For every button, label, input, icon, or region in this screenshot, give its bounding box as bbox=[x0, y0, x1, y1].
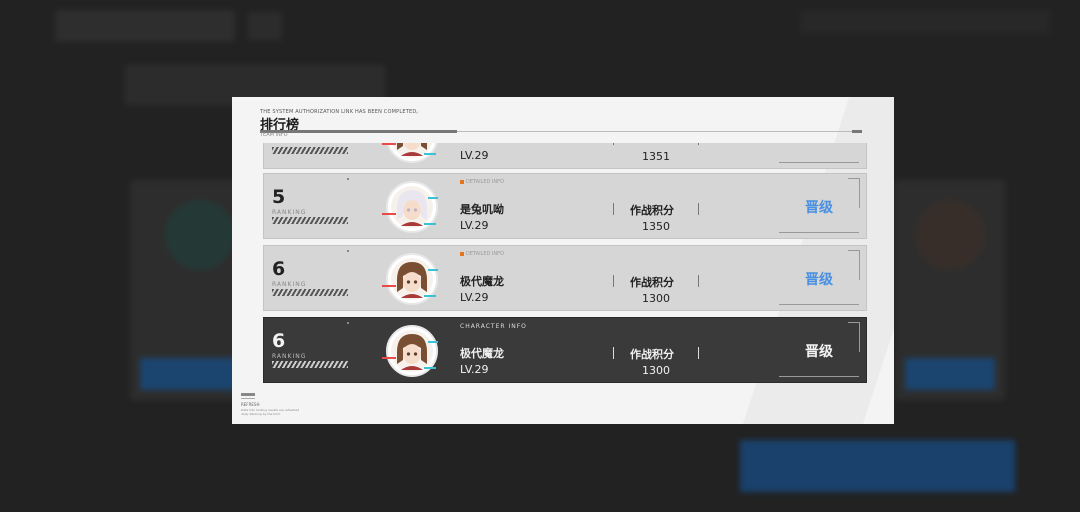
rank-number: 6 bbox=[272, 330, 286, 352]
promote-button[interactable] bbox=[779, 143, 859, 150]
brown-hair-character-avatar-icon bbox=[391, 143, 433, 158]
player-name: 极代魔龙 bbox=[460, 347, 504, 360]
ranking-list[interactable]: LV.29 1351 5 RANKING DETAILED INFO 是兔叽呦 … bbox=[263, 143, 867, 387]
title-underline bbox=[260, 130, 457, 133]
character-info-label: CHARACTER INFO bbox=[460, 323, 527, 330]
detailed-info-tag: DETAILED INFO bbox=[460, 251, 504, 257]
player-avatar[interactable] bbox=[382, 143, 438, 163]
separator bbox=[613, 347, 614, 359]
score-label: 作战积分 bbox=[630, 204, 674, 217]
button-frame bbox=[779, 162, 859, 163]
ranking-row[interactable]: LV.29 1351 bbox=[263, 143, 867, 169]
footer-text: Data Info ranking results are refreshed … bbox=[241, 408, 300, 416]
score-value: 1300 bbox=[642, 364, 670, 377]
rank-stripes bbox=[272, 147, 348, 154]
player-avatar[interactable] bbox=[382, 253, 438, 305]
player-avatar[interactable] bbox=[382, 181, 438, 233]
separator bbox=[613, 203, 614, 215]
button-frame bbox=[859, 178, 860, 208]
promote-button[interactable]: 晋级 bbox=[779, 268, 859, 292]
player-name: 极代魔龙 bbox=[460, 275, 504, 288]
player-name: 是兔叽呦 bbox=[460, 203, 504, 216]
player-level: LV.29 bbox=[460, 149, 489, 162]
score-value: 1300 bbox=[642, 292, 670, 305]
footer-title: REFRESH bbox=[241, 402, 260, 407]
promote-button[interactable]: 晋级 bbox=[779, 196, 859, 220]
rank-stripes bbox=[272, 217, 348, 224]
button-frame bbox=[779, 232, 859, 233]
modal-english-title: TEAM INFO bbox=[260, 132, 288, 138]
footer-marker bbox=[241, 393, 255, 396]
detailed-info-tag: DETAILED INFO bbox=[460, 179, 504, 185]
ranking-row[interactable]: 6 RANKING DETAILED INFO 极代魔龙 LV.29 作战积分 … bbox=[263, 245, 867, 311]
button-frame bbox=[859, 250, 860, 280]
rank-number: 6 bbox=[272, 258, 286, 280]
player-level: LV.29 bbox=[460, 363, 489, 376]
button-frame bbox=[779, 376, 859, 377]
silver-hair-character-avatar-icon bbox=[391, 186, 433, 228]
ranking-row[interactable]: 5 RANKING DETAILED INFO 是兔叽呦 LV.29 作战积分 … bbox=[263, 173, 867, 239]
rank-stripes bbox=[272, 361, 348, 368]
separator bbox=[698, 275, 699, 287]
rank-label: RANKING bbox=[272, 209, 307, 216]
rank-label: RANKING bbox=[272, 353, 307, 360]
separator bbox=[698, 203, 699, 215]
score-value: 1350 bbox=[642, 220, 670, 233]
rank-number: 5 bbox=[272, 186, 286, 208]
brown-hair-character-avatar-icon bbox=[391, 330, 433, 372]
divider-end-mark bbox=[852, 130, 862, 133]
corner-dot bbox=[347, 322, 349, 324]
detailed-info-label: DETAILED INFO bbox=[466, 179, 504, 185]
corner-dot bbox=[347, 250, 349, 252]
ranking-row-current-player[interactable]: 6 RANKING CHARACTER INFO 极代魔龙 LV.29 作战积分… bbox=[263, 317, 867, 383]
rank-label: RANKING bbox=[272, 281, 307, 288]
player-avatar[interactable] bbox=[382, 325, 438, 377]
rank-stripes bbox=[272, 289, 348, 296]
button-frame bbox=[859, 322, 860, 352]
score-value: 1351 bbox=[642, 150, 670, 163]
orange-square-icon bbox=[460, 179, 464, 184]
score-label: 作战积分 bbox=[630, 348, 674, 361]
separator bbox=[613, 143, 614, 145]
player-level: LV.29 bbox=[460, 219, 489, 232]
separator bbox=[613, 275, 614, 287]
button-frame bbox=[779, 304, 859, 305]
score-label: 作战积分 bbox=[630, 276, 674, 289]
corner-dot bbox=[347, 178, 349, 180]
footer-divider bbox=[241, 398, 255, 399]
separator bbox=[698, 347, 699, 359]
brown-hair-character-avatar-icon bbox=[391, 258, 433, 300]
detailed-info-label: DETAILED INFO bbox=[466, 251, 504, 257]
promote-button[interactable]: 晋级 bbox=[779, 340, 859, 364]
player-level: LV.29 bbox=[460, 291, 489, 304]
orange-square-icon bbox=[460, 251, 464, 256]
separator bbox=[698, 143, 699, 145]
leaderboard-modal: THE SYSTEM AUTHORIZATION LINK HAS BEEN C… bbox=[232, 97, 894, 424]
